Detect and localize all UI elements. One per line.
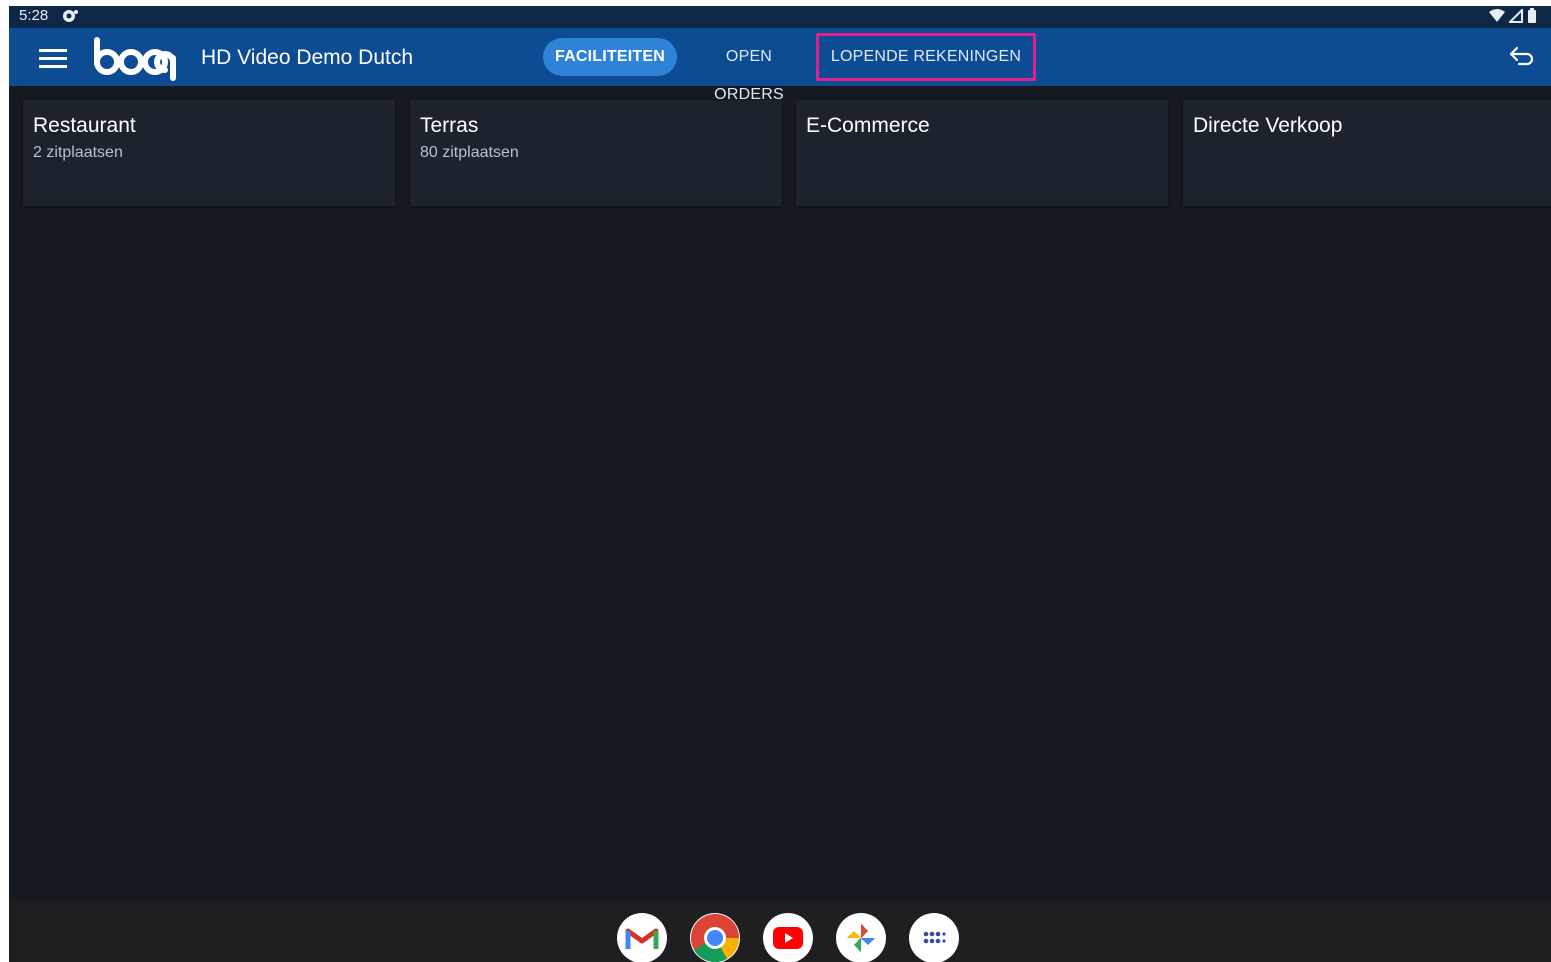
facility-seats: 2 zitplaatsen [33, 144, 123, 161]
youtube-icon[interactable] [763, 913, 813, 962]
gmail-icon[interactable] [617, 913, 667, 962]
wifi-icon [1489, 8, 1505, 22]
chrome-icon[interactable] [690, 913, 740, 962]
facility-card-restaurant[interactable]: Restaurant 2 zitplaatsen [23, 100, 395, 206]
status-time: 5:28 [19, 7, 49, 24]
photos-icon[interactable] [836, 913, 886, 962]
tab-open-orders[interactable]: OPEN ORDERS [689, 38, 809, 103]
battery-icon [1528, 8, 1536, 23]
status-bar: 5:28 [9, 6, 1551, 28]
app-drawer-icon[interactable] [909, 913, 959, 962]
facility-card-terras[interactable]: Terras 80 zitplaatsen [410, 100, 782, 206]
facility-name: Restaurant [33, 114, 136, 137]
app-bar: HD Video Demo Dutch FACILITEITEN OPEN OR… [9, 28, 1551, 103]
signal-icon [1509, 8, 1523, 23]
tablet-screen: 5:28 HD Video Demo Dutch FACILITEITEN OP… [9, 6, 1551, 962]
facility-name: Terras [420, 114, 479, 137]
hamburger-menu-icon[interactable] [36, 45, 70, 71]
notification-icon [61, 8, 79, 28]
status-icons [1489, 8, 1537, 23]
tab-faciliteiten[interactable]: FACILITEITEN [543, 38, 677, 76]
back-arrow-icon[interactable] [1507, 44, 1537, 70]
facility-seats: 80 zitplaatsen [420, 144, 519, 161]
booq-logo [89, 34, 185, 87]
facility-name: E-Commerce [806, 114, 930, 137]
venue-title: HD Video Demo Dutch [201, 46, 414, 69]
facility-card-directe-verkoop[interactable]: Directe Verkoop [1183, 100, 1551, 206]
tab-lopende-rekeningen[interactable]: LOPENDE REKENINGEN [816, 33, 1036, 81]
facility-name: Directe Verkoop [1193, 114, 1343, 137]
facility-card-e-commerce[interactable]: E-Commerce [796, 100, 1168, 206]
